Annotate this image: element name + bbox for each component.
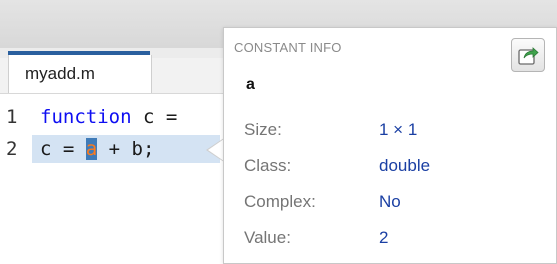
open-in-editor-icon bbox=[518, 47, 539, 65]
tooltip-pointer-fill bbox=[208, 139, 224, 161]
class-label: Class: bbox=[244, 156, 292, 175]
size-label: Size: bbox=[244, 120, 282, 139]
variable-name: a bbox=[246, 76, 255, 93]
selected-variable[interactable]: a bbox=[85, 138, 98, 160]
code-text: c = a + b; bbox=[40, 138, 154, 160]
class-value: double bbox=[379, 156, 431, 175]
code-rest: c = bbox=[131, 106, 178, 128]
complex-value: No bbox=[379, 192, 401, 211]
line-number: 2 bbox=[6, 138, 18, 160]
line-number: 1 bbox=[6, 106, 18, 128]
value-value: 2 bbox=[379, 228, 389, 247]
constant-info-panel: CONSTANT INFO a Size: 1 × 1 Class: doubl… bbox=[223, 27, 557, 264]
tab-label: myadd.m bbox=[25, 64, 95, 83]
tab-myadd[interactable]: myadd.m bbox=[8, 55, 152, 93]
size-value: 1 × 1 bbox=[379, 120, 418, 139]
open-variable-button[interactable] bbox=[511, 38, 545, 72]
panel-title: CONSTANT INFO bbox=[234, 40, 342, 55]
code-before: c = bbox=[40, 138, 86, 160]
code-text: function c = bbox=[40, 106, 177, 128]
complex-label: Complex: bbox=[244, 192, 316, 211]
keyword-function: function bbox=[40, 106, 132, 128]
code-after: + b; bbox=[97, 138, 155, 160]
value-label: Value: bbox=[244, 228, 291, 247]
